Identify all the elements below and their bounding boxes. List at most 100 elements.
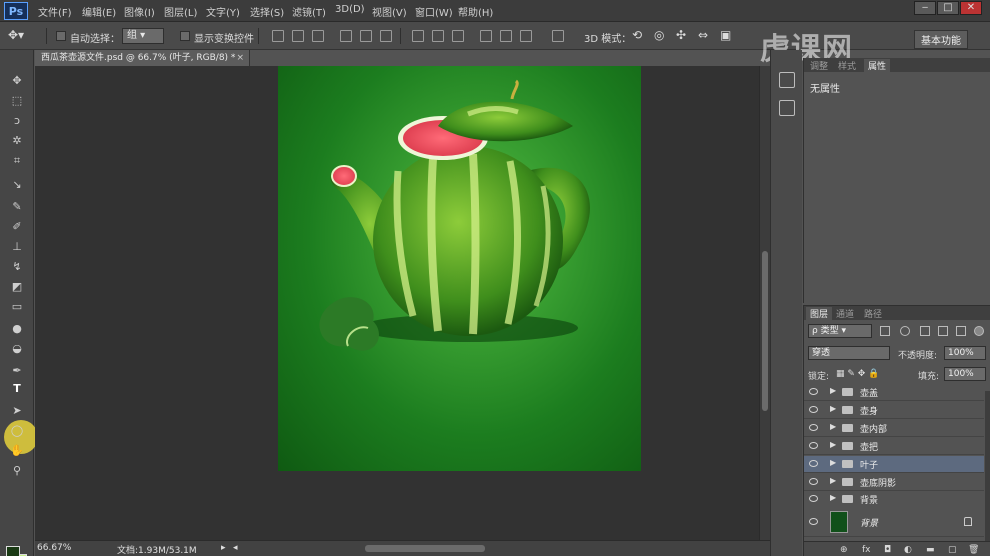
3d-roll-icon[interactable]: ◎ <box>654 28 664 42</box>
fill-input[interactable]: 100% <box>944 367 986 381</box>
align-left-icon[interactable] <box>340 30 352 42</box>
align-top-icon[interactable] <box>272 30 284 42</box>
distribute-top-icon[interactable] <box>412 30 424 42</box>
tab-properties[interactable]: 属性 <box>864 59 891 72</box>
expand-triangle-icon[interactable]: ▶ <box>830 386 836 395</box>
visibility-eye-icon[interactable] <box>809 424 818 431</box>
visibility-eye-icon[interactable] <box>809 406 818 413</box>
align-vcenter-icon[interactable] <box>292 30 304 42</box>
auto-align-icon[interactable] <box>552 30 564 42</box>
layer-group-handle[interactable]: ▶ 壶把 <box>804 438 984 455</box>
layer-group-leaves[interactable]: ▶ 叶子 <box>804 456 984 473</box>
scroll-left-arrow[interactable]: ◂ <box>233 543 238 553</box>
healing-brush-tool-icon[interactable]: ✎ <box>8 200 26 214</box>
minimize-button[interactable]: ‒ <box>914 1 936 15</box>
tab-adjustments[interactable]: 调整 <box>810 59 828 72</box>
eyedropper-tool-icon[interactable]: ↘ <box>8 178 26 192</box>
fx-icon[interactable]: fx <box>862 545 871 555</box>
tab-layers[interactable]: 图层 <box>806 307 833 320</box>
menu-view[interactable]: 视图(V) <box>372 4 407 19</box>
filter-shape-icon[interactable] <box>938 326 948 336</box>
expand-triangle-icon[interactable]: ▶ <box>830 404 836 413</box>
lock-icons[interactable]: ▦ ✎ ✥ 🔒 <box>836 369 879 379</box>
filter-type-icon[interactable] <box>920 326 930 336</box>
opacity-input[interactable]: 100% <box>944 346 986 360</box>
move-tool-preset-icon[interactable]: ✥▾ <box>8 28 24 42</box>
layer-filter-dropdown[interactable]: ρ 类型 ▾ <box>808 324 872 338</box>
layer-group-lid[interactable]: ▶ 壶盖 <box>804 384 984 401</box>
visibility-eye-icon[interactable] <box>809 388 818 395</box>
menu-file[interactable]: 文件(F) <box>38 4 72 19</box>
filter-smart-object-icon[interactable] <box>956 326 966 336</box>
blur-tool-icon[interactable]: ● <box>8 322 26 336</box>
distribute-left-icon[interactable] <box>480 30 492 42</box>
watermelon-teapot-artwork[interactable] <box>278 66 641 471</box>
expand-triangle-icon[interactable]: ▶ <box>830 476 836 485</box>
close-button[interactable]: ✕ <box>960 1 982 15</box>
visibility-eye-icon[interactable] <box>809 478 818 485</box>
zoom-level[interactable]: 66.67% <box>37 543 71 553</box>
history-panel-icon[interactable] <box>779 72 795 88</box>
crop-tool-icon[interactable]: ⌗ <box>8 154 26 168</box>
eraser-tool-icon[interactable]: ◩ <box>8 280 26 294</box>
layer-group-body[interactable]: ▶ 壶身 <box>804 402 984 419</box>
dodge-tool-icon[interactable]: ◒ <box>8 342 26 356</box>
brush-tool-icon[interactable]: ✐ <box>8 220 26 234</box>
clone-stamp-tool-icon[interactable]: ⊥ <box>8 240 26 254</box>
filter-adjustment-icon[interactable] <box>900 326 910 336</box>
expand-triangle-icon[interactable]: ▶ <box>830 493 836 502</box>
auto-select-checkbox[interactable] <box>56 31 66 41</box>
3d-scale-icon[interactable]: ▣ <box>720 28 731 42</box>
new-group-icon[interactable]: ▬ <box>926 545 935 555</box>
layers-scrollbar[interactable] <box>985 391 990 541</box>
status-menu-arrow[interactable]: ▸ <box>221 543 226 553</box>
link-layers-icon[interactable]: ⊕ <box>840 545 848 555</box>
align-right-icon[interactable] <box>380 30 392 42</box>
align-hcenter-icon[interactable] <box>360 30 372 42</box>
character-panel-icon[interactable] <box>779 100 795 116</box>
menu-filter[interactable]: 滤镜(T) <box>292 4 326 19</box>
new-layer-icon[interactable]: ▢ <box>948 545 957 555</box>
ellipse-tool-icon[interactable]: ◯ <box>8 424 26 438</box>
visibility-eye-icon[interactable] <box>809 495 818 502</box>
layer-group-background[interactable]: ▶ 背景 <box>804 491 984 508</box>
distribute-vcenter-icon[interactable] <box>432 30 444 42</box>
lasso-tool-icon[interactable]: ↄ <box>8 114 26 128</box>
tab-paths[interactable]: 路径 <box>864 307 882 320</box>
menu-select[interactable]: 选择(S) <box>250 4 284 19</box>
expand-triangle-icon[interactable]: ▶ <box>830 440 836 449</box>
background-layer[interactable]: 背景 <box>804 507 984 537</box>
layer-group-inner[interactable]: ▶ 壶内部 <box>804 420 984 437</box>
3d-pan-icon[interactable]: ✣ <box>676 28 686 42</box>
layer-group-bottom-shadow[interactable]: ▶ 壶底阴影 <box>804 474 984 491</box>
show-transform-checkbox[interactable] <box>180 31 190 41</box>
visibility-eye-icon[interactable] <box>809 460 818 467</box>
auto-select-dropdown[interactable]: 组 ▾ <box>122 28 164 44</box>
horizontal-scrollbar-thumb[interactable] <box>365 545 485 552</box>
blend-mode-dropdown[interactable]: 穿透 <box>808 346 890 360</box>
magic-wand-tool-icon[interactable]: ✲ <box>8 134 26 148</box>
align-bottom-icon[interactable] <box>312 30 324 42</box>
visibility-eye-icon[interactable] <box>809 518 818 525</box>
menu-type[interactable]: 文字(Y) <box>206 4 240 19</box>
visibility-eye-icon[interactable] <box>809 442 818 449</box>
expand-triangle-icon[interactable]: ▶ <box>830 422 836 431</box>
tab-channels[interactable]: 通道 <box>836 307 854 320</box>
canvas-vertical-scrollbar[interactable] <box>759 66 770 540</box>
menu-help[interactable]: 帮助(H) <box>458 4 493 19</box>
scrollbar-thumb[interactable] <box>762 251 768 411</box>
menu-image[interactable]: 图像(I) <box>124 4 155 19</box>
menu-window[interactable]: 窗口(W) <box>415 4 453 19</box>
close-document-icon[interactable]: × <box>236 50 244 66</box>
tab-styles[interactable]: 样式 <box>838 59 856 72</box>
zoom-tool-icon[interactable]: ⚲ <box>8 464 26 478</box>
pen-tool-icon[interactable]: ✒ <box>8 364 26 378</box>
filter-pixel-icon[interactable] <box>880 326 890 336</box>
expand-triangle-icon[interactable]: ▶ <box>830 458 836 467</box>
3d-slide-icon[interactable]: ⇔ <box>698 28 708 42</box>
marquee-tool-icon[interactable]: ⬚ <box>8 94 26 108</box>
hand-tool-icon[interactable]: ✋ <box>8 444 26 458</box>
foreground-color-swatch[interactable] <box>6 546 20 556</box>
filter-toggle-icon[interactable] <box>974 326 984 336</box>
workspace-switcher[interactable]: 基本功能 <box>914 30 968 49</box>
